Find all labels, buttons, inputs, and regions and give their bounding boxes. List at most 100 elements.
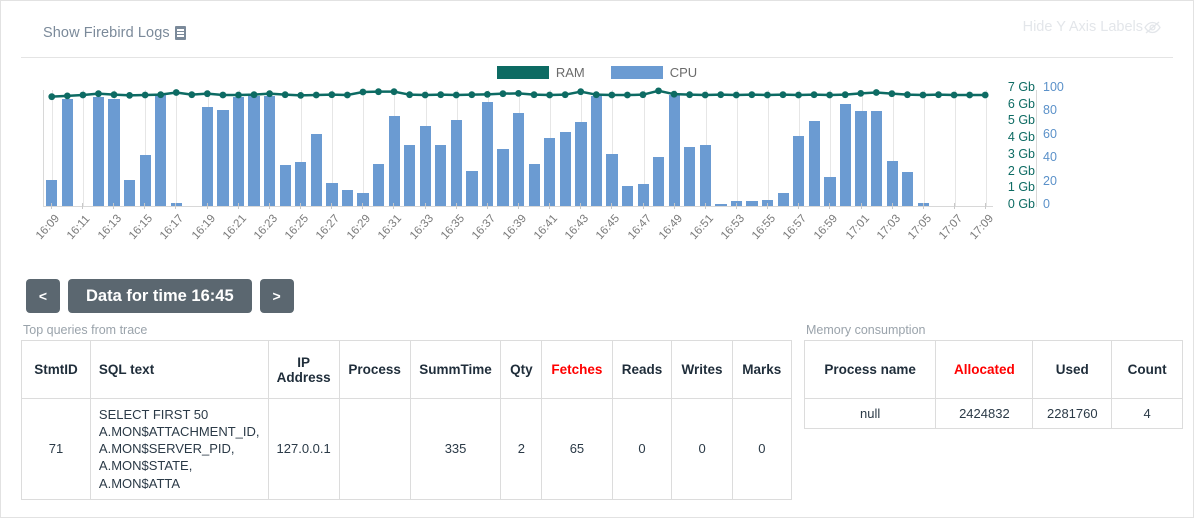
column-header-ip-address[interactable]: IP Address bbox=[267, 340, 340, 399]
y-axis-left-tick: 2 Gb bbox=[1007, 163, 1035, 178]
cell-summtime: 335 bbox=[409, 398, 502, 500]
x-axis-tick-label: 16:29 bbox=[345, 212, 374, 243]
column-header-process[interactable]: Process bbox=[338, 340, 411, 399]
column-header-qty[interactable]: Qty bbox=[500, 340, 543, 399]
tables-row: Top queries from trace StmtID SQL text IP … bbox=[21, 323, 1183, 500]
x-axis-tick bbox=[891, 203, 893, 209]
memory-consumption-caption: Memory consumption bbox=[805, 323, 926, 337]
x-axis-tick bbox=[829, 203, 831, 209]
x-axis-tick bbox=[486, 203, 488, 209]
hide-y-axis-labels-label: Hide Y Axis Labels bbox=[1022, 19, 1143, 35]
y-axis-left-tick: 1 Gb bbox=[1007, 180, 1035, 195]
next-time-button[interactable]: > bbox=[259, 279, 294, 313]
x-axis-tick bbox=[362, 203, 364, 209]
memory-consumption-table: Process name Allocated Used Count null 24248… bbox=[803, 340, 1183, 429]
x-axis-tick bbox=[767, 203, 769, 209]
y-axis-right-tick: 100 bbox=[1043, 80, 1064, 94]
table-header-row: Process name Allocated Used Count bbox=[803, 340, 1183, 399]
chart-plot-area[interactable] bbox=[43, 87, 993, 207]
x-axis-labels: 16:09 16:11 16:13 16:15 16:17 16:19 16:21 16:23… bbox=[34, 203, 997, 269]
y-axis-left-tick: 4 Gb bbox=[1007, 130, 1035, 145]
y-axis-right-tick: 40 bbox=[1043, 150, 1057, 165]
x-axis-tick-label: 16:37 bbox=[469, 212, 498, 243]
top-queries-table: StmtID SQL text IP Address Process SummTime Q… bbox=[21, 340, 792, 500]
x-axis-tick-label: 16:47 bbox=[625, 212, 654, 243]
column-header-marks[interactable]: Marks bbox=[731, 340, 792, 399]
top-queries-caption: Top queries from trace bbox=[23, 323, 148, 337]
x-axis-tick bbox=[611, 203, 613, 209]
legend-swatch-ram bbox=[496, 66, 549, 79]
x-axis-tick bbox=[237, 203, 239, 209]
chart-plot bbox=[43, 87, 993, 207]
column-header-fetches[interactable]: Fetches bbox=[541, 340, 613, 399]
chart-legend: RAM CPU bbox=[21, 65, 1173, 80]
x-axis-tick-label: 16:51 bbox=[687, 212, 716, 243]
x-axis-tick bbox=[954, 203, 956, 209]
x-axis-tick-label: 16:41 bbox=[532, 212, 561, 243]
x-axis-tick bbox=[299, 203, 301, 209]
x-axis-tick-label: 16:49 bbox=[656, 212, 685, 243]
table-row[interactable]: 71 SELECT FIRST 50 A.MON$ATTACHMENT_ID, A… bbox=[21, 398, 792, 500]
x-axis-tick bbox=[144, 203, 146, 209]
cell-process-name: null bbox=[803, 398, 937, 429]
x-axis-tick-label: 17:03 bbox=[874, 212, 903, 243]
show-firebird-logs-button[interactable]: Show Firebird Logs bbox=[43, 25, 186, 41]
hide-y-axis-labels-button[interactable]: Hide Y Axis Labels bbox=[1023, 19, 1161, 35]
legend-label-cpu: CPU bbox=[669, 65, 698, 80]
x-axis-tick bbox=[331, 203, 333, 209]
y-axis-left-tick: 7 Gb bbox=[1007, 80, 1035, 94]
x-axis-tick bbox=[704, 203, 706, 209]
x-axis-tick bbox=[424, 203, 426, 209]
x-axis-tick bbox=[985, 203, 987, 209]
x-axis-tick bbox=[580, 203, 582, 209]
y-axis-left-tick: 5 Gb bbox=[1007, 113, 1035, 128]
x-axis-tick-label: 16:25 bbox=[282, 212, 312, 243]
column-header-sql-text[interactable]: SQL text bbox=[89, 340, 269, 399]
cell-process bbox=[338, 398, 411, 500]
time-pager: < Data for time 16:45 > bbox=[26, 279, 294, 313]
cell-count: 4 bbox=[1111, 398, 1183, 429]
cell-stmtid: 71 bbox=[21, 398, 91, 500]
x-axis-tick bbox=[673, 203, 675, 209]
resource-chart: RAM CPU 7 Gb 6 Gb 5 Gb 4 Gb 3 Gb 2 Gb 1 Gb 0 Gb… bbox=[21, 58, 1173, 273]
column-header-used[interactable]: Used bbox=[1032, 340, 1113, 399]
x-axis-tick-label: 17:09 bbox=[968, 212, 997, 243]
column-header-summtime[interactable]: SummTime bbox=[409, 340, 502, 399]
x-axis-tick bbox=[268, 203, 270, 209]
x-axis-tick bbox=[113, 203, 115, 209]
table-row[interactable]: null 2424832 2281760 4 bbox=[803, 398, 1183, 429]
x-axis-tick-label: 16:55 bbox=[750, 212, 779, 243]
table-body: 71 SELECT FIRST 50 A.MON$ATTACHMENT_ID, A… bbox=[21, 398, 792, 500]
x-axis-tick bbox=[393, 203, 395, 209]
column-header-reads[interactable]: Reads bbox=[611, 340, 673, 399]
x-axis-tick-label: 16:15 bbox=[127, 212, 156, 243]
column-header-process-name[interactable]: Process name bbox=[803, 340, 937, 399]
x-axis-tick-label: 16:09 bbox=[33, 212, 62, 243]
x-axis-tick bbox=[642, 203, 644, 209]
show-firebird-logs-label: Show Firebird Logs bbox=[43, 25, 170, 41]
column-header-allocated[interactable]: Allocated bbox=[935, 340, 1034, 399]
cell-allocated: 2424832 bbox=[935, 398, 1034, 429]
y-axis-left-tick: 6 Gb bbox=[1007, 96, 1035, 111]
x-axis-tick bbox=[922, 203, 924, 209]
y-axis-right-tick: 20 bbox=[1043, 173, 1057, 188]
column-header-stmtid[interactable]: StmtID bbox=[21, 340, 91, 399]
legend-item-ram[interactable]: RAM bbox=[496, 65, 585, 80]
x-axis-tick-label: 16:23 bbox=[251, 212, 280, 243]
x-axis-tick-label: 16:35 bbox=[438, 212, 467, 243]
legend-item-cpu[interactable]: CPU bbox=[610, 65, 698, 80]
x-axis-tick-label: 16:19 bbox=[189, 212, 218, 243]
x-axis-tick-label: 16:31 bbox=[376, 212, 405, 243]
column-header-writes[interactable]: Writes bbox=[671, 340, 733, 399]
x-axis-tick-label: 17:05 bbox=[905, 212, 934, 243]
x-axis-tick-label: 16:13 bbox=[95, 212, 125, 243]
current-time-button[interactable]: Data for time 16:45 bbox=[68, 279, 252, 313]
cell-fetches: 65 bbox=[541, 398, 613, 500]
x-axis-tick bbox=[860, 203, 862, 209]
previous-time-button[interactable]: < bbox=[26, 279, 60, 313]
y-axis-divider bbox=[1036, 90, 1037, 207]
y-axis-right-tick: 60 bbox=[1043, 126, 1057, 141]
x-axis-tick-label: 16:43 bbox=[563, 212, 592, 243]
column-header-count[interactable]: Count bbox=[1111, 340, 1183, 399]
table-body: null 2424832 2281760 4 bbox=[803, 398, 1183, 429]
